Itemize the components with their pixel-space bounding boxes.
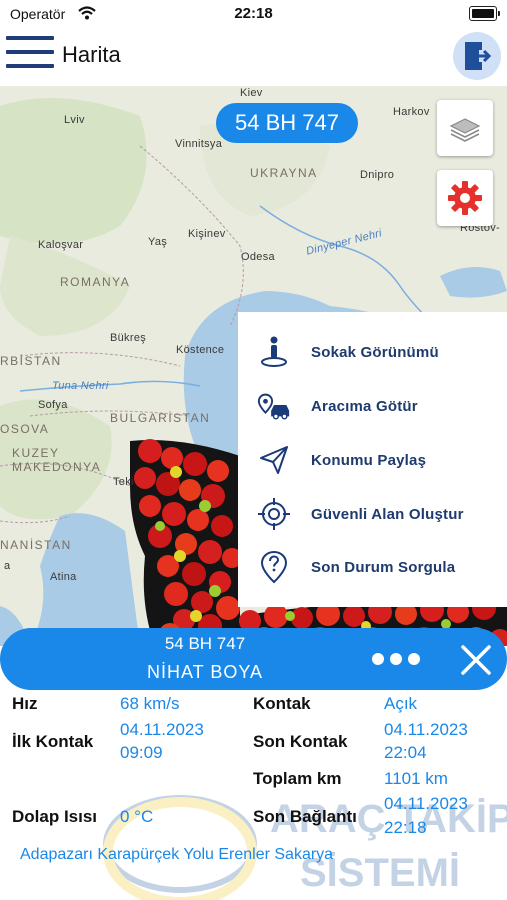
- menu-item-share-location[interactable]: Konumu Paylaş: [238, 433, 507, 487]
- nav-bar: Harita: [0, 30, 507, 86]
- last-connection-time: 22:18: [384, 818, 427, 837]
- hamburger-menu-button[interactable]: [6, 36, 54, 74]
- map-label-rbistan: RBİSTAN: [0, 354, 62, 368]
- map-label-dnipro: Dnipro: [360, 169, 395, 181]
- speed-value: 68 km/s: [120, 694, 180, 713]
- menu-item-street-view[interactable]: Sokak Görünümü: [238, 325, 507, 379]
- map-label-atina: Atina: [50, 571, 77, 583]
- layers-icon: [449, 118, 481, 142]
- vehicle-action-menu: Sokak Görünümü Aracıma Götür Konumu Payl…: [238, 312, 507, 607]
- first-ignition-time: 09:09: [120, 743, 163, 762]
- ignition-value: Açık: [384, 694, 418, 713]
- menu-item-label: Son Durum Sorgula: [311, 558, 456, 576]
- map-label-harkov: Harkov: [393, 106, 430, 118]
- menu-item-create-safe-zone[interactable]: Güvenli Alan Oluştur: [238, 487, 507, 541]
- status-bar: Operatör 22:18: [0, 0, 507, 30]
- close-icon: [461, 645, 491, 675]
- settings-button[interactable]: [437, 170, 493, 226]
- logout-button[interactable]: [453, 32, 501, 80]
- map-label-tuna: Tuna Nehri: [52, 380, 109, 392]
- ignition-label: Kontak: [253, 694, 311, 713]
- vehicle-info-header[interactable]: 54 BH 747 NİHAT BOYA: [0, 628, 507, 690]
- last-ignition-time: 22:04: [384, 743, 427, 762]
- map-label-nanistan: NANİSTAN: [0, 538, 72, 552]
- first-ignition-label: İlk Kontak: [12, 732, 94, 751]
- gear-icon: [448, 181, 482, 215]
- menu-item-navigate-to-car[interactable]: Aracıma Götür: [238, 379, 507, 433]
- menu-item-query-status[interactable]: Son Durum Sorgula: [238, 540, 507, 594]
- map-label-yas: Yaş: [148, 236, 168, 248]
- map-label-makedonya: MAKEDONYA: [12, 460, 102, 474]
- car-location-icon: [256, 388, 292, 424]
- map-label-bulgaristan: BULGARİSTAN: [110, 411, 211, 425]
- last-connection-date: 04.11.2023: [384, 794, 468, 813]
- map-label-kostence: Köstence: [176, 344, 225, 356]
- vehicle-plate-pill[interactable]: 54 BH 747: [216, 103, 358, 143]
- driver-name: NİHAT BOYA: [146, 662, 264, 682]
- map-label-kuzey: KUZEY: [12, 446, 60, 460]
- cabinet-temp-value: 0 °C: [120, 807, 154, 826]
- map-label-pa: a: [4, 560, 11, 572]
- first-ignition-date: 04.11.2023: [120, 720, 204, 739]
- battery-icon: [469, 6, 500, 21]
- clock: 22:18: [234, 5, 273, 22]
- map-label-osova: OSOVA: [0, 422, 50, 436]
- close-button[interactable]: [458, 642, 494, 678]
- last-connection-label: Son Bağlantı: [253, 807, 357, 826]
- map-label-sofya: Sofya: [38, 399, 68, 411]
- target-icon: [256, 496, 292, 532]
- more-options-button[interactable]: [372, 653, 420, 665]
- vehicle-address[interactable]: Adapazarı Karapürçek Yolu Erenler Sakary…: [20, 846, 333, 864]
- menu-item-label: Konumu Paylaş: [311, 451, 427, 469]
- vehicle-details-panel: ARAÇ TAKİP SİSTEMİ Hız 68 km/s Kontak Aç…: [0, 690, 507, 900]
- menu-item-label: Aracıma Götür: [311, 397, 418, 415]
- menu-item-label: Sokak Görünümü: [311, 343, 439, 361]
- map-label-kalosvar: Kaloşvar: [38, 239, 84, 251]
- street-view-icon: [256, 334, 292, 370]
- question-pin-icon: [256, 549, 292, 585]
- map-label-odesa: Odesa: [241, 251, 275, 263]
- last-ignition-date: 04.11.2023: [384, 720, 468, 739]
- page-title: Harita: [62, 42, 121, 67]
- total-km-value: 1101 km: [384, 769, 448, 788]
- map-layers-button[interactable]: [437, 100, 493, 156]
- map-label-lviv: Lviv: [64, 114, 85, 126]
- cabinet-temp-label: Dolap Isısı: [12, 807, 98, 826]
- last-ignition-label: Son Kontak: [253, 732, 348, 751]
- map-label-kisinev: Kişinev: [188, 228, 226, 240]
- map-label-ukrayna: UKRAYNA: [250, 166, 318, 180]
- vehicle-plate: 54 BH 747: [164, 634, 246, 653]
- map-label-kiev: Kiev: [240, 87, 263, 99]
- map-label-bukres: Bükreş: [110, 332, 147, 344]
- logout-icon: [465, 42, 492, 70]
- map-label-teki: Teki: [113, 476, 134, 488]
- map-label-vinnitsya: Vinnitsya: [175, 138, 223, 150]
- menu-item-label: Güvenli Alan Oluştur: [311, 505, 464, 523]
- share-location-icon: [256, 442, 292, 478]
- total-km-label: Toplam km: [253, 769, 342, 788]
- speed-label: Hız: [12, 694, 38, 713]
- map-label-romanya: ROMANYA: [60, 275, 131, 289]
